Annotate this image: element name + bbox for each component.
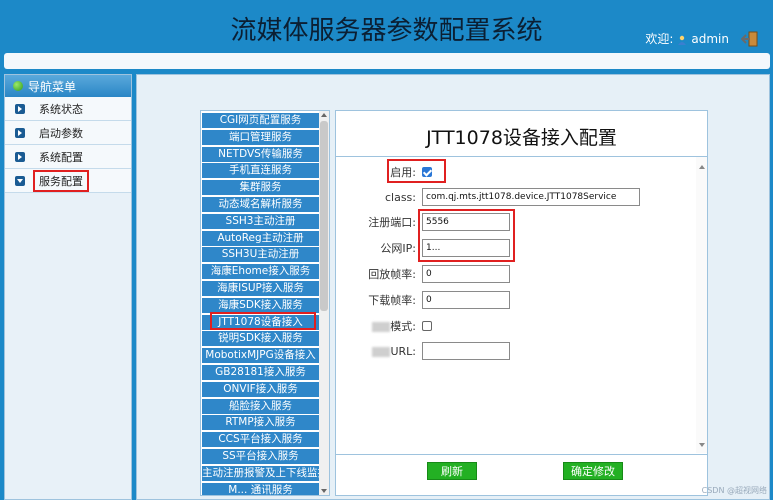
service-list-item[interactable]: 端口管理服务: [202, 129, 319, 145]
sidebar-item-service-config[interactable]: 服务配置: [5, 169, 131, 193]
service-list-item[interactable]: 手机直连服务: [202, 163, 319, 179]
service-list-item[interactable]: SS平台接入服务: [202, 449, 319, 464]
class-input[interactable]: [422, 188, 640, 206]
selected-service-highlight: [210, 312, 316, 330]
service-list-item[interactable]: SSH3主动注册: [202, 213, 319, 229]
scroll-up-icon[interactable]: [699, 165, 705, 169]
sidebar-item-system-config[interactable]: 系统配置: [5, 145, 131, 169]
expand-arrow-icon: [15, 103, 25, 114]
annotation-box-enable: [387, 159, 446, 183]
port-label: 注册端口:: [368, 216, 416, 229]
confirm-modify-button[interactable]: 确定修改: [563, 462, 623, 480]
scroll-thumb[interactable]: [320, 121, 328, 311]
leaf-icon: [13, 81, 23, 91]
redacted-text: [372, 346, 391, 357]
url-label-wrap: URL:: [336, 345, 418, 358]
sidebar-item-system-status[interactable]: 系统状态: [5, 97, 131, 121]
service-list-item[interactable]: CCS平台接入服务: [202, 432, 319, 448]
service-list-item[interactable]: 海康Ehome接入服务: [202, 264, 319, 280]
sidebar-item-label: 系统配置: [39, 150, 83, 164]
url-input[interactable]: [422, 342, 510, 360]
sidebar: 导航菜单 系统状态 启动参数 系统配置 服务配置: [4, 74, 132, 500]
service-list-item[interactable]: 集群服务: [202, 180, 319, 196]
annotation-box-port-ip: [418, 209, 515, 262]
service-list-scrollbar[interactable]: [319, 111, 329, 495]
expand-arrow-icon: [15, 151, 25, 162]
playback-label: 回放帧率:: [368, 268, 416, 281]
service-list-item[interactable]: 海康ISUP接入服务: [202, 281, 319, 296]
service-list-item[interactable]: 锐明SDK接入服务: [202, 331, 319, 347]
refresh-button[interactable]: 刷新: [427, 462, 477, 480]
sidebar-item-label: 系统状态: [39, 102, 83, 116]
divider: [336, 454, 707, 455]
scroll-down-icon[interactable]: [321, 489, 327, 493]
config-scrollbar[interactable]: [696, 157, 707, 453]
playback-row: 回放帧率:: [336, 264, 510, 284]
mode-label: 模式:: [390, 320, 416, 333]
playback-fps-input[interactable]: [422, 265, 510, 283]
url-row: URL:: [336, 341, 510, 361]
toolbar-strip: [4, 53, 770, 69]
config-title: JTT1078设备接入配置: [426, 127, 617, 149]
divider: [336, 156, 707, 157]
service-list-item[interactable]: AutoReg主动注册: [202, 230, 319, 246]
mode-checkbox[interactable]: [422, 321, 432, 331]
service-list-item[interactable]: NETDVS传输服务: [202, 146, 319, 162]
logout-icon[interactable]: [740, 31, 759, 47]
service-list-item[interactable]: 海康SDK接入服务: [202, 297, 319, 313]
service-list-item[interactable]: 主动注册报警及上下线监控: [202, 465, 319, 481]
sidebar-item-startup-params[interactable]: 启动参数: [5, 121, 131, 145]
user-icon: [677, 34, 687, 45]
service-list-item[interactable]: 动态域名解析服务: [202, 197, 319, 212]
mode-label-wrap: 模式:: [336, 318, 418, 334]
username[interactable]: admin: [691, 32, 729, 46]
service-list: CGI网页配置服务 端口管理服务 NETDVS传输服务 手机直连服务 集群服务 动态域名解…: [200, 110, 330, 496]
header-bar: 流媒体服务器参数配置系统 欢迎: admin: [0, 0, 773, 55]
sidebar-header: 导航菜单: [5, 75, 131, 97]
welcome-area: 欢迎: admin: [645, 30, 759, 47]
service-list-item[interactable]: M... 通讯服务: [202, 482, 319, 495]
ip-label: 公网IP:: [380, 242, 416, 255]
download-label: 下载帧率:: [368, 294, 416, 307]
welcome-label: 欢迎:: [645, 32, 674, 46]
scroll-up-icon[interactable]: [321, 113, 327, 117]
service-list-item[interactable]: RTMP接入服务: [202, 415, 319, 431]
redacted-text: [372, 322, 391, 332]
mode-row: 模式:: [336, 316, 432, 336]
sidebar-item-label: 服务配置: [33, 169, 89, 192]
watermark: CSDN @超视网络: [701, 486, 767, 495]
url-label: URL:: [390, 344, 416, 358]
service-list-item[interactable]: ONVIF接入服务: [202, 381, 319, 397]
service-list-item[interactable]: CGI网页配置服务: [202, 113, 319, 128]
collapse-arrow-icon: [15, 175, 25, 186]
class-label: class:: [384, 190, 416, 204]
expand-arrow-icon: [15, 127, 25, 138]
class-row: class:: [336, 187, 640, 207]
service-list-item[interactable]: 船脸接入服务: [202, 398, 319, 414]
scroll-down-icon[interactable]: [699, 443, 705, 447]
service-list-item[interactable]: MobotixMJPG设备接入: [202, 348, 319, 364]
service-list-item[interactable]: SSH3U主动注册: [202, 247, 319, 263]
download-row: 下载帧率:: [336, 290, 510, 310]
download-fps-input[interactable]: [422, 291, 510, 309]
sidebar-title: 导航菜单: [28, 79, 77, 94]
service-list-item[interactable]: GB28181接入服务: [202, 365, 319, 380]
sidebar-item-label: 启动参数: [39, 126, 83, 140]
